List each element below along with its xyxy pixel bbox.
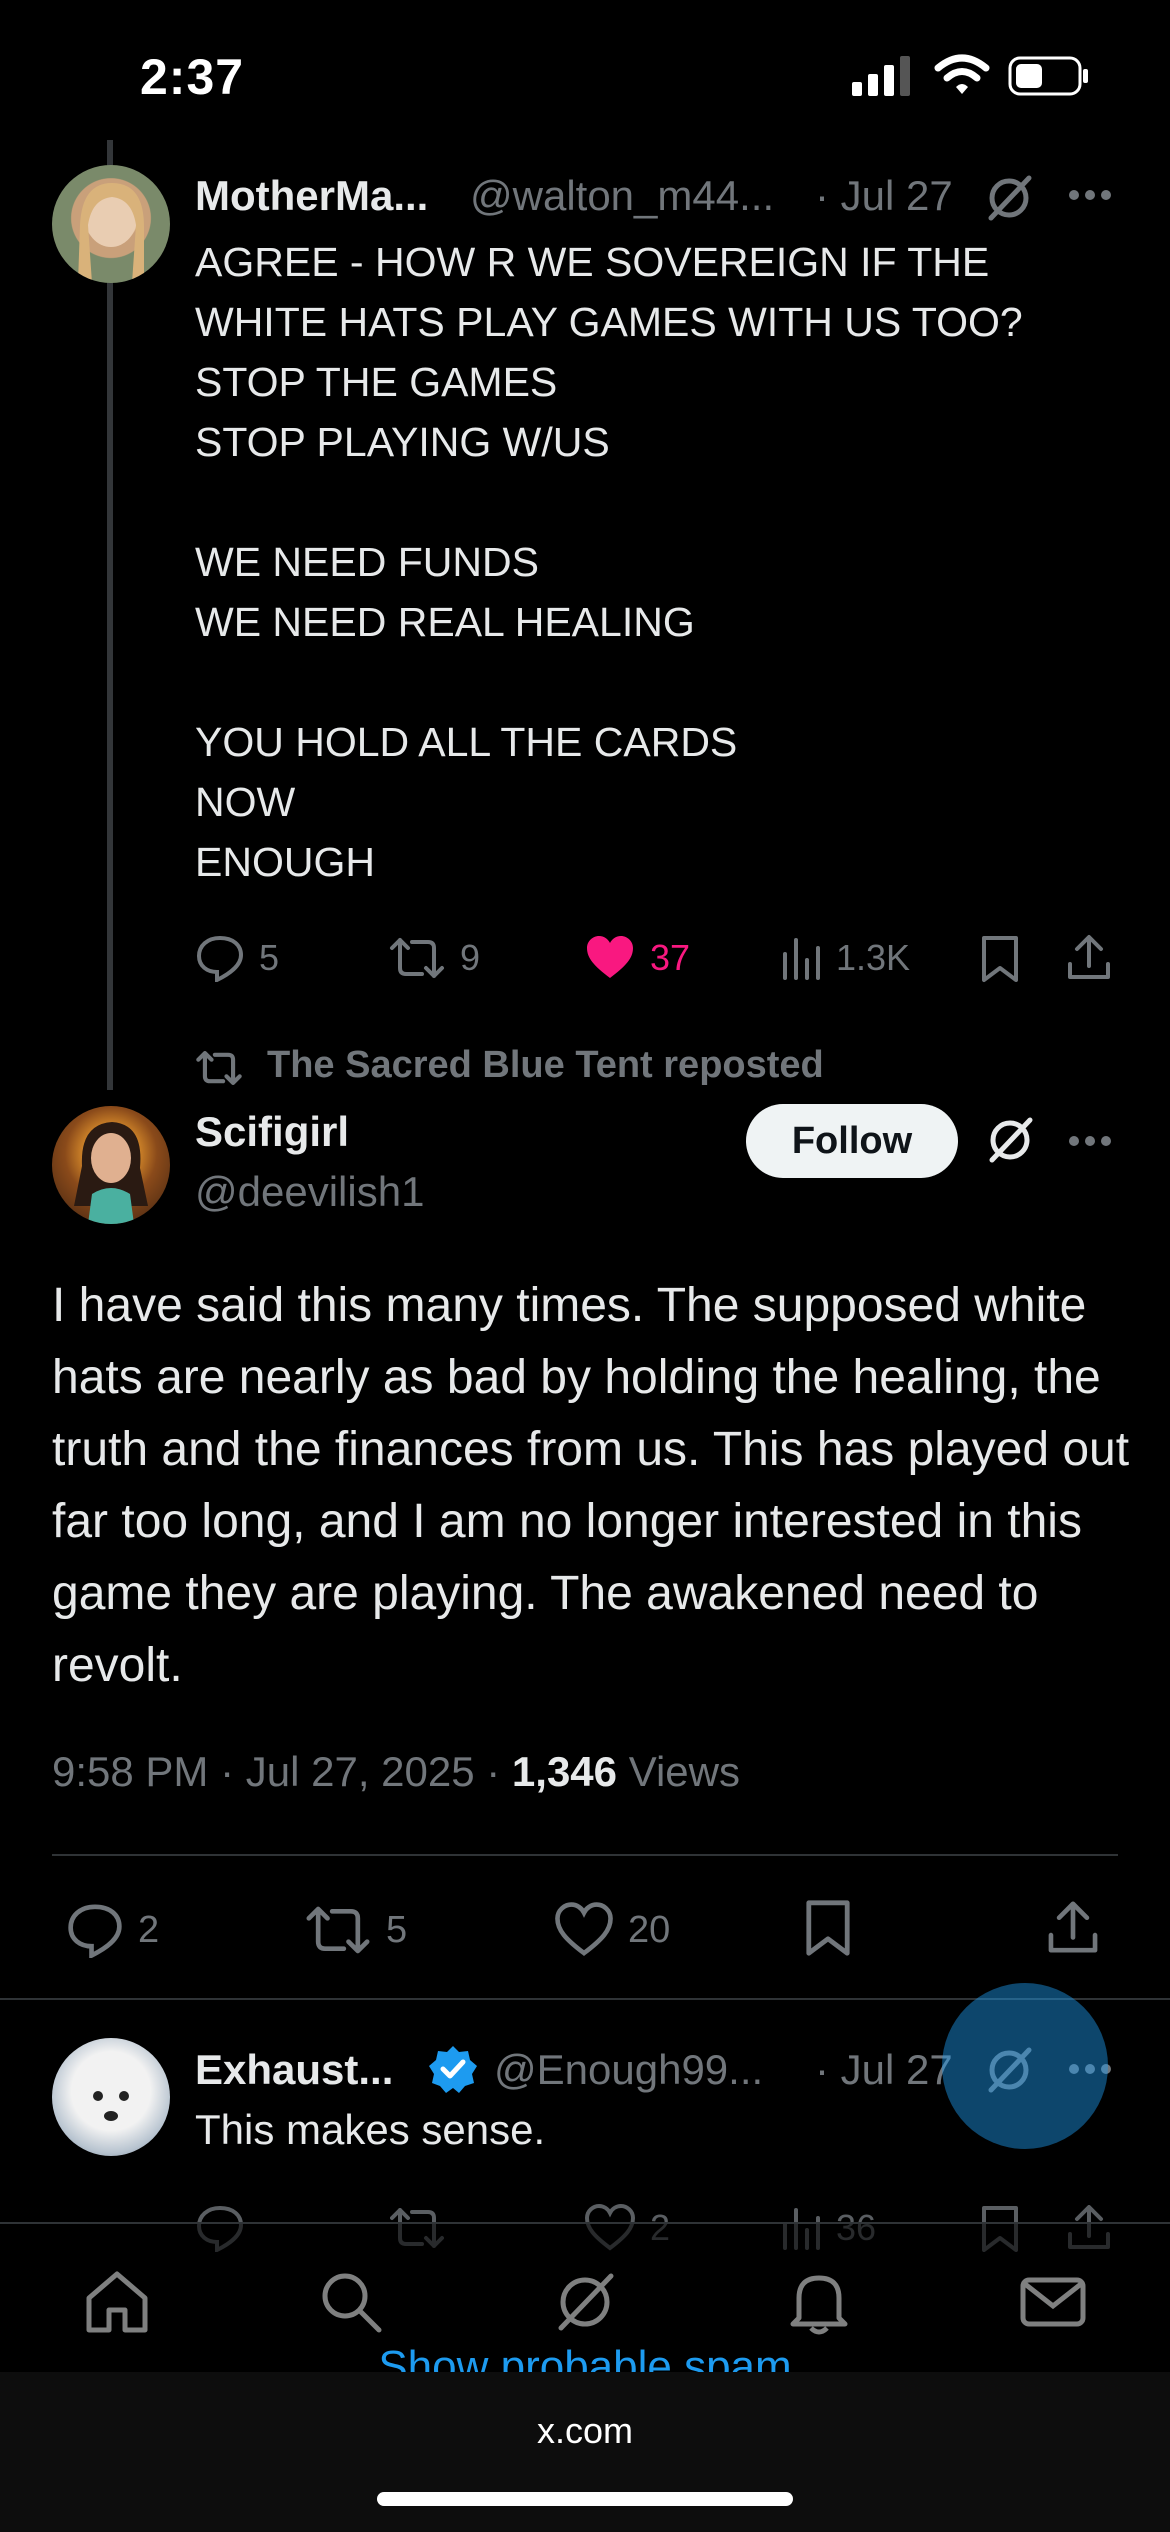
divider [52, 1854, 1118, 1856]
like-icon [555, 1902, 613, 1956]
reply-display-name[interactable]: MotherMa... [195, 172, 428, 220]
repost-icon [306, 1906, 370, 1954]
views-count: 1.3K [836, 937, 911, 978]
grok-icon[interactable] [984, 1114, 1036, 1166]
wifi-icon [934, 54, 990, 94]
more-icon[interactable] [1068, 1134, 1112, 1148]
avatar-dog-icon [93, 2091, 129, 2121]
bell-icon[interactable] [783, 2266, 855, 2338]
browser-bar [0, 2372, 1170, 2532]
avatar[interactable] [52, 165, 170, 283]
like-button[interactable]: 37 [584, 934, 690, 982]
next-reply-handle[interactable]: @Enough99... [494, 2046, 763, 2094]
bookmark-icon[interactable] [804, 1898, 852, 1958]
repost-button[interactable]: 5 [304, 1902, 407, 1958]
reply-handle[interactable]: @walton_m44... [470, 172, 774, 220]
views-count: 1,346 [511, 1748, 618, 1795]
repost-button[interactable]: 9 [388, 934, 480, 982]
views-icon [783, 938, 820, 980]
avatar[interactable] [52, 2038, 170, 2156]
share-icon[interactable] [1066, 932, 1112, 982]
repost-context-icon [196, 1051, 242, 1085]
avatar[interactable] [52, 1106, 170, 1224]
like-icon [587, 936, 633, 978]
more-icon[interactable] [1068, 188, 1112, 202]
follow-button[interactable]: Follow [746, 1104, 958, 1178]
signal-icon [852, 56, 910, 96]
show-spam-link[interactable]: Show probable spam [0, 2342, 1170, 2372]
reply-button[interactable]: 5 [195, 934, 279, 982]
like-count: 20 [628, 1908, 671, 1951]
reply-count: 2 [138, 1908, 160, 1951]
views-label: Views [628, 1748, 740, 1795]
repost-count: 5 [386, 1908, 408, 1951]
tweet-timestamp[interactable]: 9:58 PM · Jul 27, 2025 · [52, 1748, 512, 1795]
share-icon[interactable] [1046, 1898, 1100, 1956]
home-icon[interactable] [81, 2266, 153, 2338]
main-display-name[interactable]: Scifigirl [195, 1108, 349, 1156]
reply-button[interactable]: 2 [66, 1902, 159, 1958]
main-tweet-text: I have said this many times. The suppose… [52, 1279, 1130, 1692]
mail-icon[interactable] [1017, 2266, 1089, 2338]
grok-icon[interactable] [983, 172, 1035, 224]
repost-context-label[interactable]: The Sacred Blue Tent reposted [267, 1044, 824, 1087]
avatar-portrait-icon [74, 1122, 148, 1224]
compose-button[interactable] [942, 1983, 1108, 2149]
main-handle[interactable]: @deevilish1 [195, 1168, 424, 1216]
home-indicator [377, 2492, 793, 2506]
next-reply-display-name[interactable]: Exhaust... [195, 2046, 393, 2094]
repost-icon [390, 938, 444, 978]
search-icon[interactable] [315, 2266, 387, 2338]
reply-count: 5 [259, 937, 280, 978]
reply-text: AGREE - HOW R WE SOVEREIGN IF THE WHITE … [195, 239, 1023, 885]
grok-icon[interactable] [549, 2266, 621, 2338]
tweet-meta: 9:58 PM · Jul 27, 2025 · 1,346 Views [52, 1748, 740, 1796]
url-label[interactable]: x.com [0, 2410, 1170, 2452]
status-time: 2:37 [140, 49, 245, 105]
repost-count: 9 [460, 937, 481, 978]
reply-icon [68, 1904, 122, 1958]
verified-badge-icon [429, 2046, 477, 2093]
views-button[interactable]: 1.3K [780, 934, 910, 982]
status-bar: 2:37 [0, 0, 1170, 140]
like-button[interactable]: 20 [554, 1902, 670, 1958]
battery-icon [1008, 56, 1088, 96]
reply-icon [196, 935, 244, 982]
like-count: 37 [650, 937, 691, 978]
bookmark-icon[interactable] [980, 934, 1020, 984]
reply-date[interactable]: · Jul 27 [815, 172, 953, 220]
next-reply-date[interactable]: · Jul 27 [815, 2046, 953, 2094]
next-reply-text: This makes sense. [195, 2106, 546, 2153]
avatar-portrait-icon [78, 183, 144, 283]
